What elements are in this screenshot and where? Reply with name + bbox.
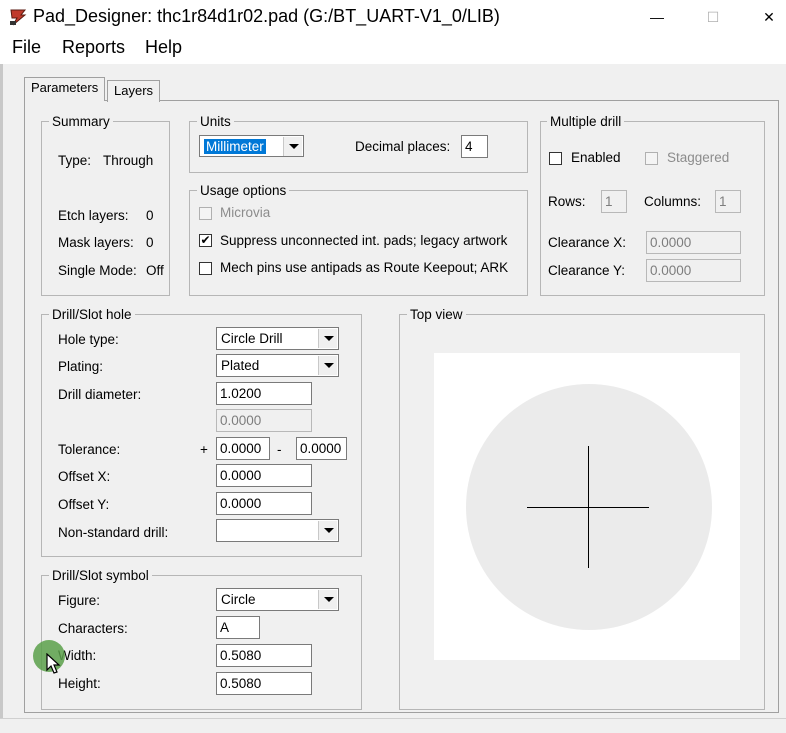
non-standard-drill-select[interactable] <box>216 519 339 542</box>
hole-type-label: Hole type: <box>58 332 119 347</box>
figure-value: Circle <box>221 592 256 607</box>
suppress-checkbox[interactable]: ✔ <box>199 234 212 247</box>
summary-etch-value: 0 <box>146 208 154 223</box>
offset-x-field[interactable]: 0.0000 <box>216 464 312 487</box>
offset-x-label: Offset X: <box>58 469 111 484</box>
summary-etch-label: Etch layers: <box>58 208 129 223</box>
menu-reports[interactable]: Reports <box>62 37 125 58</box>
units-title: Units <box>197 114 234 130</box>
decimal-places-field[interactable]: 4 <box>461 135 488 158</box>
figure-select[interactable]: Circle <box>216 588 339 611</box>
usage-options-title: Usage options <box>197 183 290 199</box>
height-field[interactable]: 0.5080 <box>216 672 312 695</box>
left-border <box>0 64 3 733</box>
plating-label: Plating: <box>58 359 104 374</box>
tolerance-minus-field[interactable]: 0.0000 <box>296 437 347 460</box>
staggered-checkbox[interactable] <box>645 152 658 165</box>
close-icon: ✕ <box>763 9 775 25</box>
chevron-down-icon[interactable] <box>318 356 337 375</box>
rows-label: Rows: <box>548 194 586 209</box>
offset-y-label: Offset Y: <box>58 497 110 512</box>
summary-mask-value: 0 <box>146 235 154 250</box>
clearance-x-field[interactable]: 0.0000 <box>646 231 741 254</box>
mouse-cursor-icon <box>46 652 62 675</box>
pad-designer-icon[interactable] <box>8 7 28 27</box>
columns-label: Columns: <box>644 194 702 209</box>
drill-diameter-label: Drill diameter: <box>58 387 142 402</box>
chevron-down-icon[interactable] <box>283 137 302 156</box>
hole-type-select[interactable]: Circle Drill <box>216 327 339 350</box>
staggered-label: Staggered <box>667 150 730 165</box>
microvia-checkbox[interactable] <box>199 207 212 220</box>
window-title: Pad_Designer: thc1r84d1r02.pad (G:/BT_UA… <box>33 6 500 26</box>
clearance-y-label: Clearance Y: <box>548 263 626 278</box>
mech-pins-label: Mech pins use antipads as Route Keepout;… <box>220 260 509 275</box>
offset-y-field[interactable]: 0.0000 <box>216 492 312 515</box>
chevron-down-icon[interactable] <box>318 590 337 609</box>
maximize-button[interactable]: ☐ <box>691 2 735 32</box>
plating-value: Plated <box>221 358 260 373</box>
figure-label: Figure: <box>58 593 101 608</box>
summary-single-value: Off <box>146 263 164 278</box>
tolerance-minus-sign: - <box>277 442 282 457</box>
drill-secondary-field[interactable]: 0.0000 <box>216 409 312 432</box>
summary-single-label: Single Mode: <box>58 263 137 278</box>
height-label: Height: <box>58 676 101 691</box>
characters-field[interactable]: A <box>216 616 260 639</box>
summary-type-value: Through <box>103 153 154 168</box>
top-view-title: Top view <box>407 307 466 323</box>
multiple-drill-title: Multiple drill <box>547 114 625 130</box>
summary-mask-label: Mask layers: <box>58 235 134 250</box>
summary-title: Summary <box>49 114 113 130</box>
close-button[interactable]: ✕ <box>747 2 786 32</box>
maximize-icon: ☐ <box>706 9 720 25</box>
plating-select[interactable]: Plated <box>216 354 339 377</box>
menu-file[interactable]: File <box>12 37 41 58</box>
tab-layers-label: Layers <box>114 83 154 98</box>
minimize-button[interactable]: — <box>635 2 679 32</box>
tab-parameters-label: Parameters <box>31 80 99 95</box>
tab-parameters[interactable]: Parameters <box>24 77 106 101</box>
mech-pins-checkbox[interactable] <box>199 262 212 275</box>
summary-type-label: Type: <box>58 153 92 168</box>
rows-field[interactable]: 1 <box>601 190 627 213</box>
clearance-x-label: Clearance X: <box>548 235 627 250</box>
width-field[interactable]: 0.5080 <box>216 644 312 667</box>
clearance-y-field[interactable]: 0.0000 <box>646 259 741 282</box>
chevron-down-icon[interactable] <box>318 329 337 348</box>
minimize-icon: — <box>650 9 664 25</box>
tolerance-plus-sign: + <box>200 442 208 457</box>
units-select-value: Millimeter <box>204 139 266 154</box>
checkmark-icon: ✔ <box>200 233 211 247</box>
decimal-places-label: Decimal places: <box>355 139 451 154</box>
drill-slot-hole-title: Drill/Slot hole <box>49 307 135 323</box>
enabled-checkbox[interactable] <box>549 152 562 165</box>
tab-layers[interactable]: Layers <box>107 80 161 102</box>
menu-help[interactable]: Help <box>145 37 182 58</box>
non-standard-drill-label: Non-standard drill: <box>58 525 169 540</box>
enabled-label: Enabled <box>571 150 621 165</box>
suppress-label: Suppress unconnected int. pads; legacy a… <box>220 233 508 248</box>
tolerance-label: Tolerance: <box>58 442 121 457</box>
microvia-label: Microvia <box>220 205 271 220</box>
characters-label: Characters: <box>58 621 128 636</box>
drill-diameter-field[interactable]: 1.0200 <box>216 382 312 405</box>
tolerance-plus-field[interactable]: 0.0000 <box>216 437 270 460</box>
units-select[interactable]: Millimeter <box>199 135 304 157</box>
drill-slot-symbol-title: Drill/Slot symbol <box>49 568 152 584</box>
crosshair-vertical <box>588 446 589 568</box>
status-strip <box>0 718 786 733</box>
chevron-down-icon[interactable] <box>318 521 337 540</box>
columns-field[interactable]: 1 <box>715 190 741 213</box>
hole-type-value: Circle Drill <box>221 331 283 346</box>
